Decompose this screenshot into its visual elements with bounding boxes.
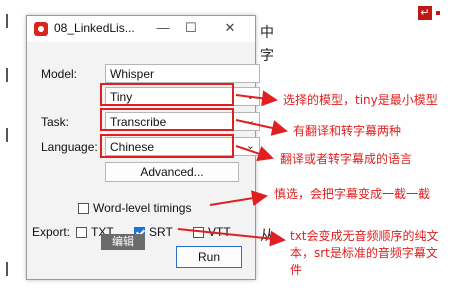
note-export-line-3: 件 (290, 263, 303, 277)
arrow-export (177, 228, 286, 247)
arrow-task (235, 119, 288, 136)
note-language: 翻译或者转字幕成的语言 (280, 152, 413, 166)
note-task: 有翻译和转字幕两种 (293, 124, 402, 138)
note-model: 选择的模型，tiny是最小模型 (283, 93, 438, 107)
note-export-line-2: 本，srt是标准的音频字幕文 (290, 246, 438, 260)
arrow-language (235, 145, 274, 162)
arrow-word-timings (209, 190, 268, 207)
note-export-line-1: txt会变成无音频顺序的纯文 (290, 229, 439, 243)
arrow-model (235, 90, 278, 107)
note-word-timings: 慎选，会把字幕变成一截一截 (274, 187, 431, 201)
